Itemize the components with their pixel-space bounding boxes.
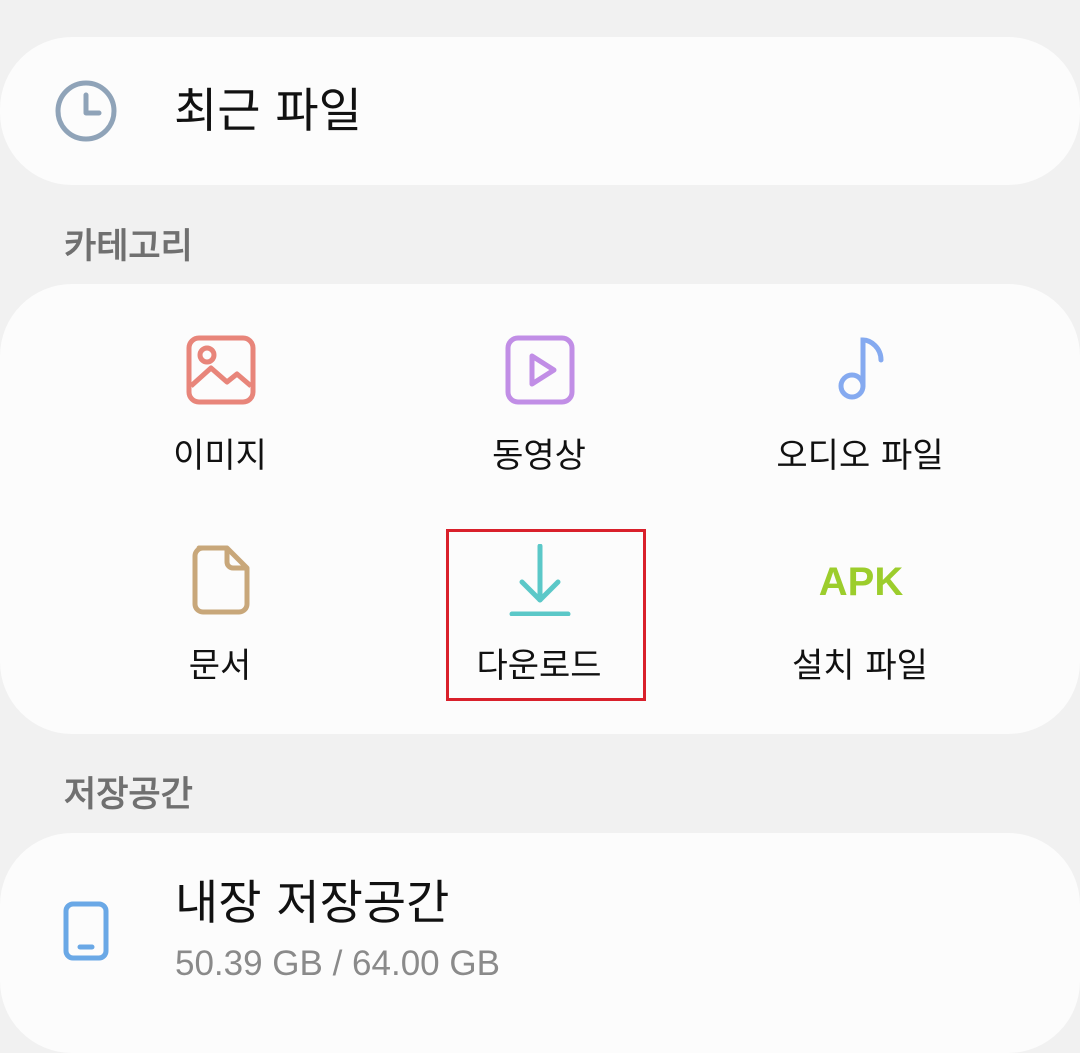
category-audio-label: 오디오 파일	[776, 436, 944, 476]
category-documents-label: 문서	[188, 646, 252, 686]
video-play-icon	[505, 335, 575, 405]
category-video-label: 동영상	[492, 436, 586, 476]
category-video[interactable]: 동영상	[389, 334, 689, 504]
category-install-files-label: 설치 파일	[792, 646, 928, 686]
internal-storage-usage: 50.39 GB / 64.00 GB	[175, 944, 500, 983]
document-icon	[192, 545, 250, 615]
category-images-label: 이미지	[173, 436, 267, 476]
recent-files-card[interactable]: 최근 파일	[0, 37, 1080, 185]
clock-icon	[55, 80, 117, 142]
storage-header: 저장공간	[64, 775, 193, 815]
category-images[interactable]: 이미지	[70, 334, 370, 504]
category-audio[interactable]: 오디오 파일	[710, 334, 1010, 504]
category-documents[interactable]: 문서	[70, 544, 370, 714]
music-note-icon	[838, 337, 884, 400]
apk-icon: APK	[818, 560, 904, 604]
internal-storage-title: 내장 저장공간	[175, 876, 450, 931]
highlight-box	[446, 529, 646, 701]
internal-storage-card[interactable]: 내장 저장공간 50.39 GB / 64.00 GB	[0, 833, 1080, 1053]
image-icon	[186, 335, 256, 405]
category-install-files[interactable]: APK 설치 파일	[710, 544, 1010, 714]
phone-icon	[63, 901, 109, 961]
recent-files-label: 최근 파일	[174, 84, 362, 139]
categories-header: 카테고리	[64, 227, 193, 267]
